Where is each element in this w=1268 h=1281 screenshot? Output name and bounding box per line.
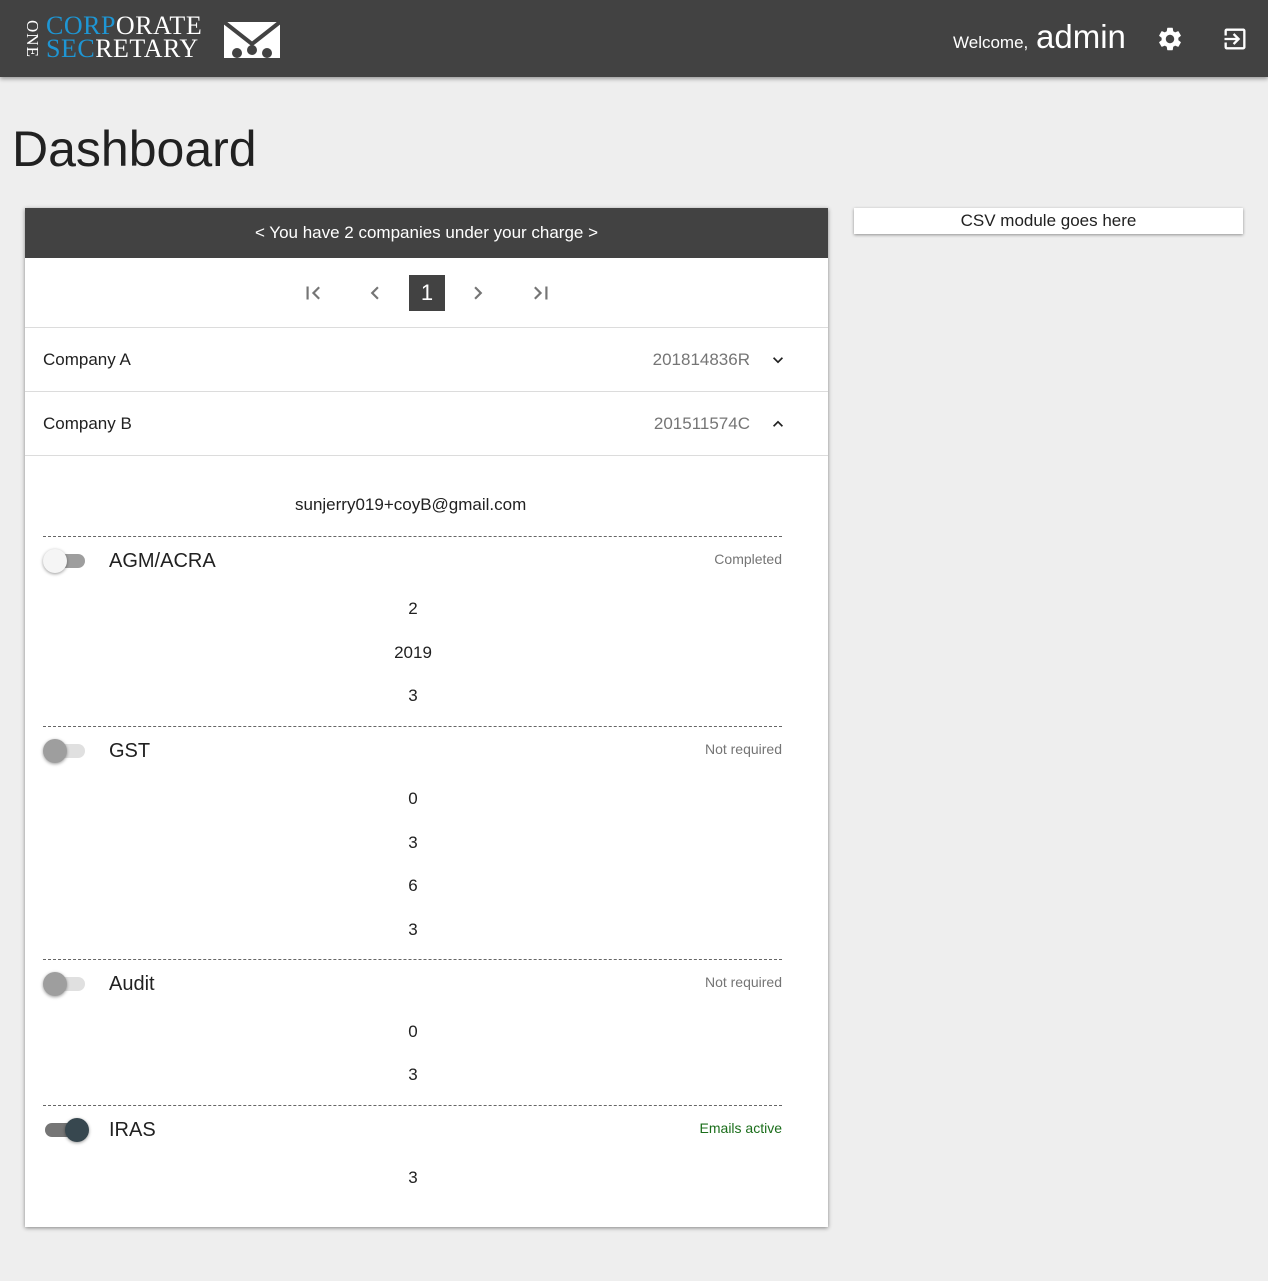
envelope-logo-icon	[222, 20, 282, 58]
csv-module-placeholder: CSV module goes here	[854, 208, 1243, 234]
compliance-section-agm: AGM/ACRA Completed 2 2019 3	[43, 536, 782, 726]
company-row[interactable]: Company B 201511574C	[25, 392, 828, 456]
top-app-bar: ONE CORPORATE SECRETARY Welcome, admin	[0, 0, 1268, 77]
logo-wordmark: CORPORATE SECRETARY	[46, 11, 203, 63]
compliance-section-gst: GST Not required 0 3 6 3	[43, 726, 782, 959]
company-row[interactable]: Company A 201814836R	[25, 328, 828, 392]
status-label: Not required	[704, 974, 782, 990]
next-page-icon[interactable]	[460, 275, 496, 311]
iras-toggle[interactable]	[43, 1118, 89, 1142]
first-page-icon[interactable]	[295, 275, 331, 311]
companies-banner: < You have 2 companies under your charge…	[25, 208, 828, 258]
logout-icon[interactable]	[1221, 25, 1249, 53]
last-page-icon[interactable]	[523, 275, 559, 311]
page-title: Dashboard	[12, 121, 257, 177]
section-value: 3	[408, 1168, 418, 1187]
section-value: 3	[408, 833, 418, 852]
section-title: Audit	[109, 973, 155, 995]
company-name: Company B	[43, 414, 132, 433]
company-name: Company A	[43, 350, 131, 369]
previous-page-icon[interactable]	[357, 275, 393, 311]
logo-one-text: ONE	[22, 20, 42, 58]
section-value: 3	[408, 686, 418, 705]
section-value: 3	[408, 1065, 418, 1084]
company-uen: 201814836R	[652, 350, 750, 369]
pagination: 1	[25, 258, 828, 328]
section-value: 2019	[394, 643, 432, 662]
chevron-up-icon[interactable]	[768, 414, 788, 434]
status-label: Emails active	[699, 1120, 782, 1136]
companies-panel: < You have 2 companies under your charge…	[25, 208, 828, 1227]
current-page-button[interactable]: 1	[409, 275, 445, 311]
welcome-label: Welcome,	[953, 33, 1029, 52]
section-value: 2	[408, 599, 418, 618]
gst-toggle[interactable]	[43, 739, 89, 763]
compliance-section-iras: IRAS Emails active 3	[43, 1105, 782, 1205]
section-title: AGM/ACRA	[109, 550, 216, 572]
section-value: 3	[408, 920, 418, 939]
section-value: 6	[408, 876, 418, 895]
username: admin	[1036, 18, 1126, 55]
audit-toggle[interactable]	[43, 972, 89, 996]
section-value: 0	[408, 1022, 418, 1041]
section-value: 0	[408, 789, 418, 808]
company-email: sunjerry019+coyB@gmail.com	[295, 495, 527, 514]
gear-icon[interactable]	[1156, 25, 1184, 53]
company-uen: 201511574C	[653, 414, 750, 433]
section-title: IRAS	[109, 1119, 156, 1141]
status-label: Completed	[714, 551, 782, 567]
section-title: GST	[109, 740, 151, 762]
chevron-down-icon[interactable]	[768, 350, 788, 370]
status-label: Not required	[704, 741, 782, 757]
agm-toggle[interactable]	[43, 549, 89, 573]
compliance-section-audit: Audit Not required 0 3	[43, 959, 782, 1105]
